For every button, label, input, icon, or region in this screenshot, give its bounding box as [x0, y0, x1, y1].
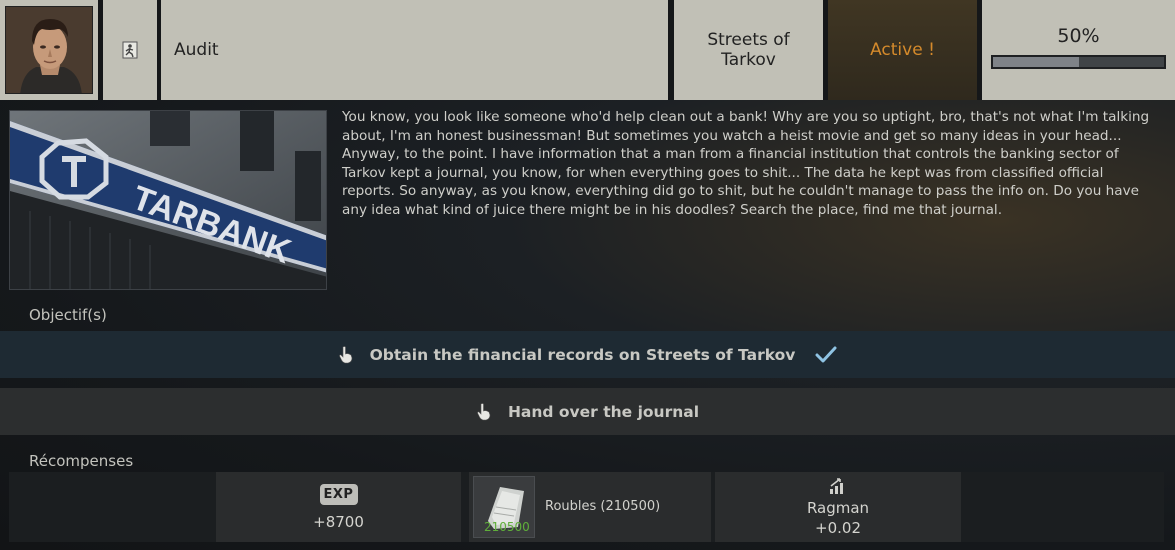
- quest-image: TARBANK: [9, 110, 327, 290]
- quest-header: Audit Streets of Tarkov Active ! 50%: [0, 0, 1175, 100]
- objective-row[interactable]: Hand over the journal: [0, 388, 1175, 435]
- objective-text: Obtain the financial records on Streets …: [369, 345, 796, 364]
- trader-name: Ragman: [806, 499, 870, 517]
- quest-title: Audit: [174, 40, 219, 60]
- progress-bar-fill: [993, 57, 1079, 67]
- quest-title-cell: Audit: [161, 0, 668, 100]
- objective-text: Hand over the journal: [507, 402, 700, 421]
- exit-door-icon[interactable]: [122, 41, 138, 59]
- checkmark-icon: [815, 346, 837, 362]
- reward-exp-value: +8700: [313, 512, 364, 531]
- reward-money[interactable]: 210500 Roubles (210500): [469, 472, 711, 542]
- reward-exp: EXP +8700: [216, 472, 461, 542]
- pointing-hand-icon: [477, 402, 491, 420]
- quest-location-cell: Streets of Tarkov: [674, 0, 823, 100]
- roubles-count: 210500: [484, 520, 530, 534]
- quest-status-cell: Active !: [828, 0, 977, 100]
- quest-status: Active !: [870, 40, 935, 60]
- trader-standing-icon: [830, 478, 843, 494]
- reward-trader-standing: Ragman +0.02: [715, 472, 961, 542]
- rewards-label: Récompenses: [29, 452, 134, 470]
- objectives-label: Objectif(s): [29, 306, 107, 324]
- objective-row[interactable]: Obtain the financial records on Streets …: [0, 331, 1175, 378]
- pointing-hand-icon: [338, 345, 352, 363]
- exp-icon: EXP: [319, 483, 358, 505]
- quest-description: You know, you look like someone who'd he…: [342, 109, 1150, 218]
- quest-progress-cell: 50%: [982, 0, 1175, 100]
- trader-avatar: [5, 6, 93, 94]
- progress-bar: [991, 55, 1166, 69]
- reward-money-label: Roubles (210500): [545, 499, 661, 514]
- exit-quest-cell[interactable]: [103, 0, 157, 100]
- trader-avatar-cell: [0, 0, 98, 100]
- quest-location: Streets of Tarkov: [707, 30, 790, 70]
- roubles-item-icon[interactable]: 210500: [473, 476, 535, 538]
- trader-standing-value: +0.02: [815, 519, 861, 537]
- progress-percent: 50%: [1057, 25, 1100, 47]
